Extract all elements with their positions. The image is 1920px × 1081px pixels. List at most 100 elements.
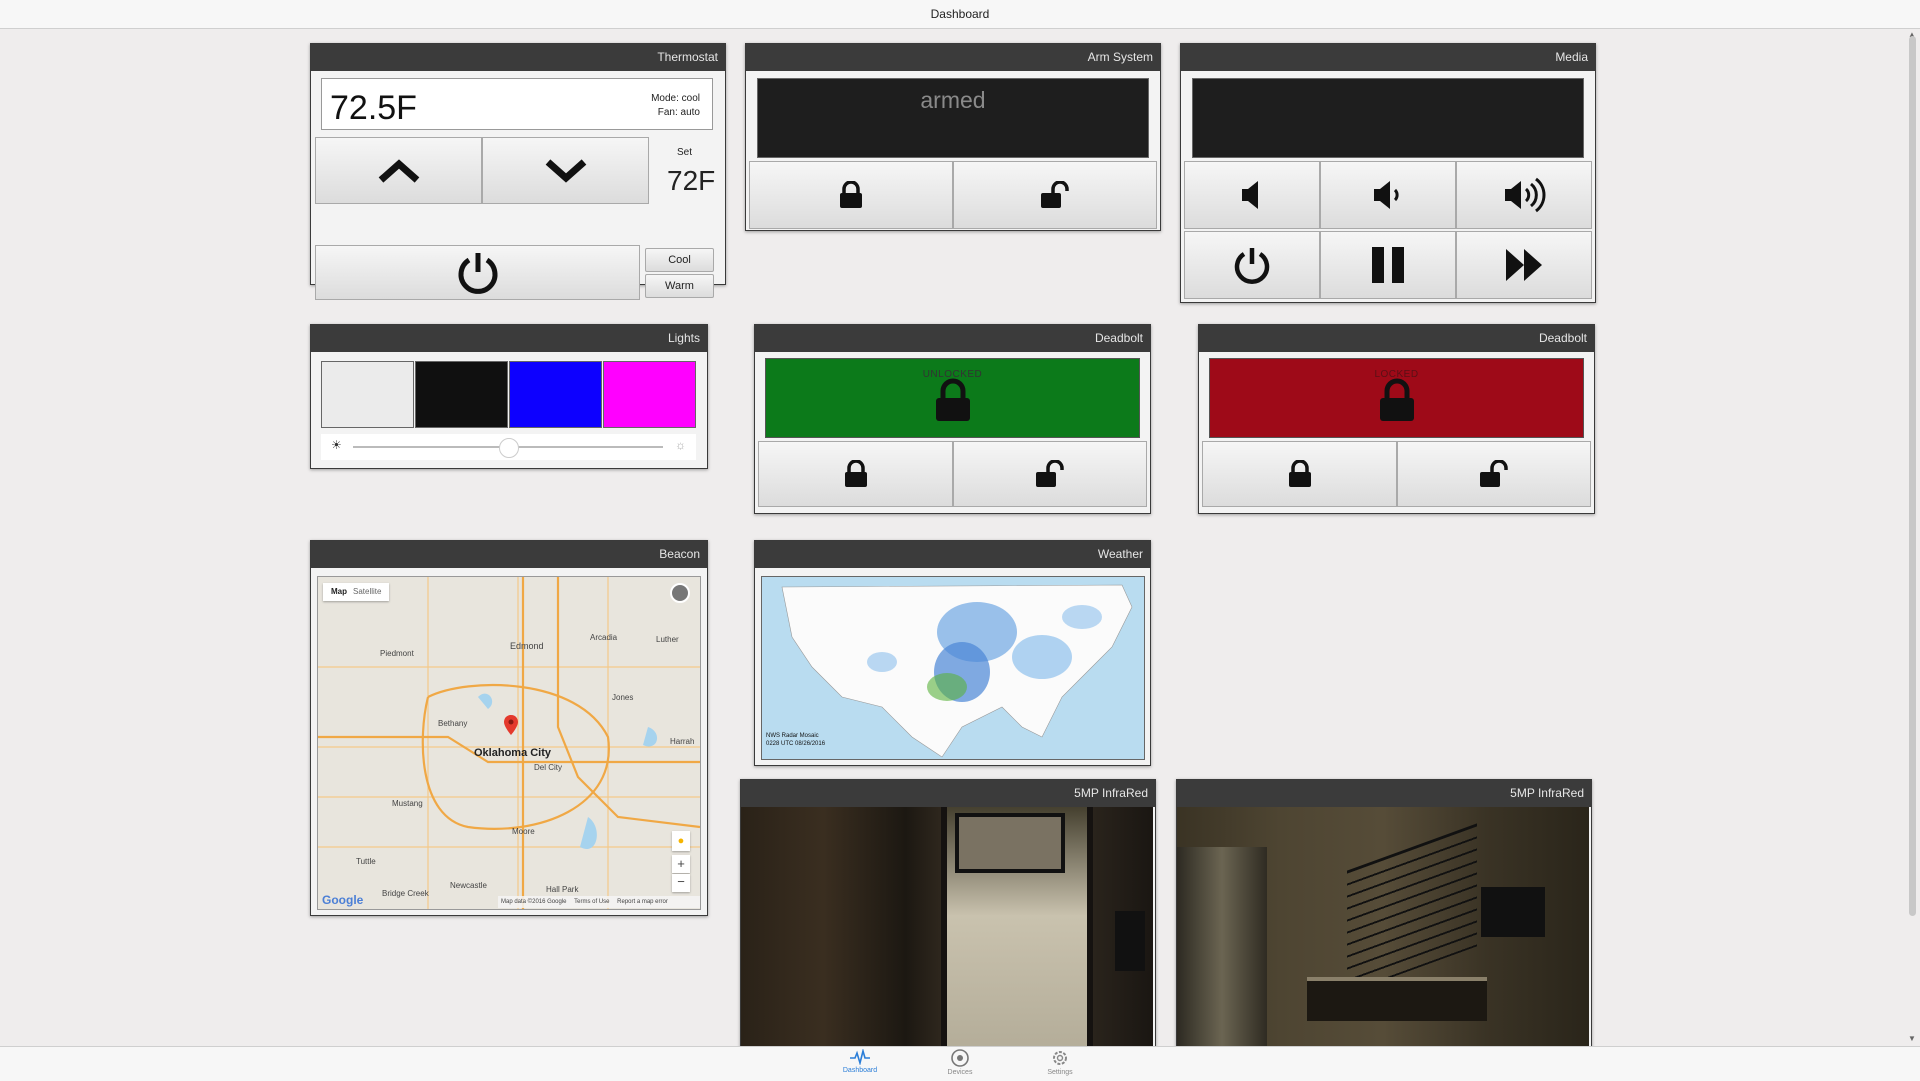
set-temperature: 72F: [667, 165, 716, 196]
pause-button[interactable]: [1320, 231, 1456, 299]
page-scrollbar[interactable]: ▲ ▼: [1906, 30, 1918, 1045]
thermostat-tile: Thermostat 72.5F Mode: cool Fan: auto Se…: [310, 43, 726, 300]
deadbolt-status-panel: LOCKED: [1209, 358, 1584, 438]
unlock-icon: [1036, 460, 1064, 487]
camera-table: [1307, 977, 1487, 1021]
gear-icon: [1053, 1051, 1067, 1065]
map-place-label: Piedmont: [380, 649, 414, 658]
tile-title: Weather: [755, 541, 1150, 568]
beacon-map[interactable]: Map Satellite Edmond Arcadia Luther Pied…: [317, 576, 701, 910]
pegman-icon[interactable]: ●: [672, 831, 690, 851]
map-place-label: Luther: [656, 635, 679, 644]
tile-title: 5MP InfraRed: [741, 780, 1155, 807]
arm-status-display: armed: [757, 78, 1149, 158]
lock-icon: [840, 181, 862, 208]
nav-settings-label: Settings: [1047, 1069, 1073, 1076]
satellite-tab[interactable]: Satellite: [353, 587, 381, 596]
color-swatch-magenta[interactable]: [603, 361, 696, 428]
volume-down-button[interactable]: [1320, 161, 1456, 229]
scrollbar-thumb[interactable]: [1909, 36, 1916, 916]
tile-title: 5MP InfraRed: [1177, 780, 1591, 807]
zoom-out-button[interactable]: −: [672, 874, 690, 892]
brightness-low-icon: ☀: [331, 438, 342, 452]
deadbolt-lock-button[interactable]: [1202, 441, 1397, 507]
bottom-nav: Dashboard Devices Settings: [0, 1046, 1920, 1081]
report-error-link[interactable]: Report a map error: [617, 899, 668, 905]
lock-icon: [935, 378, 970, 421]
fullscreen-icon[interactable]: [670, 583, 690, 603]
deadbolt-unlock-button[interactable]: [1397, 441, 1591, 507]
media-power-button[interactable]: [1184, 231, 1320, 299]
volume-high-icon: [1505, 177, 1546, 213]
unlock-icon: [1041, 181, 1069, 208]
top-bar: Dashboard: [0, 0, 1920, 29]
scroll-down-icon[interactable]: ▼: [1908, 1034, 1916, 1043]
map-tab[interactable]: Map: [331, 587, 347, 596]
temperature-up-button[interactable]: [315, 137, 482, 204]
page-title: Dashboard: [930, 7, 990, 21]
arm-unlock-button[interactable]: [953, 161, 1157, 229]
color-swatches: [321, 361, 696, 428]
map-place-label: Del City: [534, 763, 563, 772]
camera-tile-2: 5MP InfraRed: [1176, 779, 1592, 1051]
lock-icon: [844, 460, 867, 487]
deadbolt-status: LOCKED: [1374, 369, 1419, 380]
camera-fridge: [1177, 847, 1267, 1049]
map-place-label: Harrah: [670, 737, 695, 746]
brightness-slider-handle[interactable]: [499, 438, 519, 458]
nav-dashboard-label: Dashboard: [842, 1067, 878, 1074]
nav-dashboard[interactable]: Dashboard: [830, 1049, 890, 1074]
color-swatch-black[interactable]: [415, 361, 508, 428]
map-city-label: Oklahoma City: [474, 747, 552, 759]
pause-icon: [1372, 247, 1404, 283]
map-pin-icon[interactable]: [504, 715, 518, 735]
beacon-tile: Beacon Map Satellite Edmond Arcadia Luth…: [310, 540, 708, 916]
tile-title: Deadbolt: [755, 325, 1150, 352]
nav-devices-label: Devices: [947, 1069, 973, 1076]
unlock-icon: [1480, 460, 1508, 487]
deadbolt-status: UNLOCKED: [922, 369, 983, 380]
fast-forward-icon: [1506, 249, 1542, 281]
color-swatch-blue[interactable]: [509, 361, 602, 428]
pulse-icon: [850, 1049, 870, 1065]
fast-forward-button[interactable]: [1456, 231, 1592, 299]
nav-settings[interactable]: Settings: [1030, 1049, 1090, 1076]
camera-stair-railing: [1347, 823, 1477, 994]
camera-feed[interactable]: [741, 807, 1153, 1049]
map-place-label: Moore: [512, 827, 535, 836]
radar-caption: NWS Radar Mosaic: [766, 733, 819, 739]
zoom-in-button[interactable]: +: [672, 855, 690, 873]
volume-up-button[interactable]: [1456, 161, 1592, 229]
radar-map: NWS Radar Mosaic 0228 UTC 08/26/2016: [761, 576, 1145, 760]
camera-feed[interactable]: [1177, 807, 1589, 1049]
map-place-label: Arcadia: [590, 633, 618, 642]
map-place-label: Newcastle: [450, 881, 487, 890]
camera-tv: [1481, 887, 1545, 937]
volume-mute-button[interactable]: [1184, 161, 1320, 229]
map-place-label: Edmond: [510, 641, 544, 651]
map-attribution-bar: Map data ©2016 Google Terms of Use Repor…: [498, 896, 700, 908]
deadbolt-unlock-button[interactable]: [953, 441, 1147, 507]
thermostat-power-button[interactable]: [315, 245, 640, 300]
camera-window: [955, 813, 1065, 873]
cool-button[interactable]: Cool: [645, 248, 714, 272]
volume-low-icon: [1374, 181, 1399, 209]
devices-icon: [951, 1049, 969, 1067]
nav-devices[interactable]: Devices: [930, 1049, 990, 1076]
lock-icon: [1379, 378, 1414, 421]
radar-timestamp: 0228 UTC 08/26/2016: [766, 741, 826, 747]
map-place-label: Jones: [612, 693, 634, 702]
temperature-down-button[interactable]: [482, 137, 649, 204]
arm-system-tile: Arm System armed: [745, 43, 1161, 231]
arm-lock-button[interactable]: [749, 161, 953, 229]
terms-link[interactable]: Terms of Use: [574, 899, 609, 905]
camera-panel: [1115, 911, 1145, 971]
deadbolt-lock-button[interactable]: [758, 441, 953, 507]
brightness-control: ☀ ☼: [321, 434, 696, 460]
volume-off-icon: [1242, 181, 1258, 209]
color-swatch-white[interactable]: [321, 361, 414, 428]
map-place-label: Tuttle: [356, 857, 376, 866]
warm-button[interactable]: Warm: [645, 274, 714, 298]
media-tile: Media: [1180, 43, 1596, 303]
deadbolt-status-panel: UNLOCKED: [765, 358, 1140, 438]
